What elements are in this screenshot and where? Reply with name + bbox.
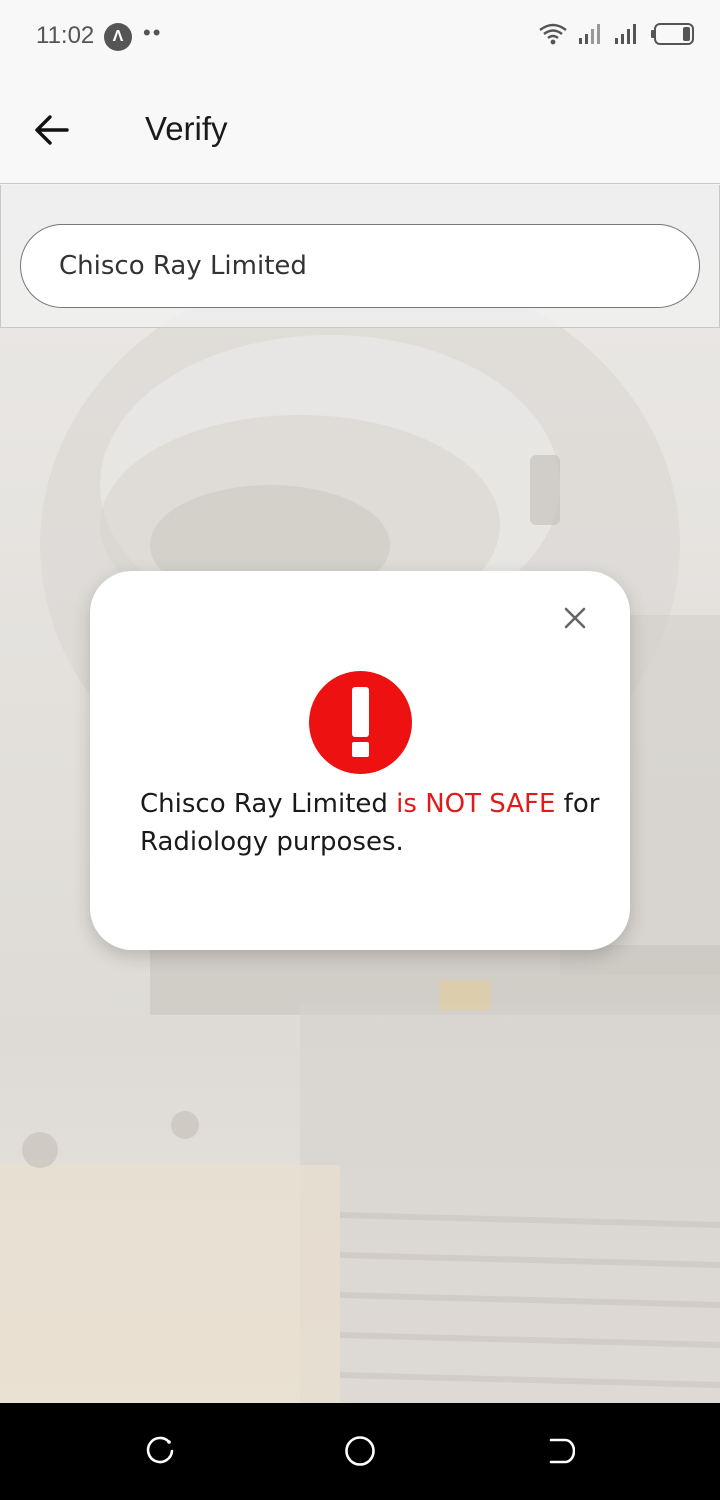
system-back-button[interactable]: [542, 1433, 578, 1469]
wifi-icon: [539, 23, 567, 45]
back-button[interactable]: [28, 106, 76, 154]
navigation-bar: [0, 1403, 720, 1500]
status-icons: [538, 22, 696, 46]
signal-icon: [579, 24, 600, 44]
close-icon: [564, 607, 586, 629]
app-bar: Verify: [0, 72, 720, 184]
back-icon: [549, 1438, 575, 1464]
alert-icon: [309, 671, 412, 774]
recent-apps-button[interactable]: [142, 1433, 178, 1469]
notification-dots: ••: [143, 20, 163, 45]
home-button[interactable]: [342, 1433, 378, 1469]
battery-icon: [651, 23, 694, 45]
message-status: is NOT SAFE: [396, 789, 556, 819]
search-input[interactable]: Chisco Ray Limited: [20, 224, 700, 308]
close-button[interactable]: [558, 601, 592, 635]
status-time: 11:02: [36, 22, 95, 49]
signal-icon: [615, 24, 636, 44]
message-company: Chisco Ray Limited: [140, 789, 397, 819]
home-icon: [345, 1436, 375, 1466]
result-dialog: Chisco Ray Limited is NOT SAFE for Radio…: [90, 571, 630, 950]
verification-message: Chisco Ray Limited is NOT SAFE for Radio…: [140, 785, 600, 861]
navigation-app-icon: Λ: [104, 23, 132, 51]
arrow-left-icon: [35, 115, 69, 145]
recent-apps-icon: [146, 1436, 174, 1464]
page-title: Verify: [145, 110, 228, 147]
status-bar: 11:02 Λ ••: [0, 0, 720, 72]
